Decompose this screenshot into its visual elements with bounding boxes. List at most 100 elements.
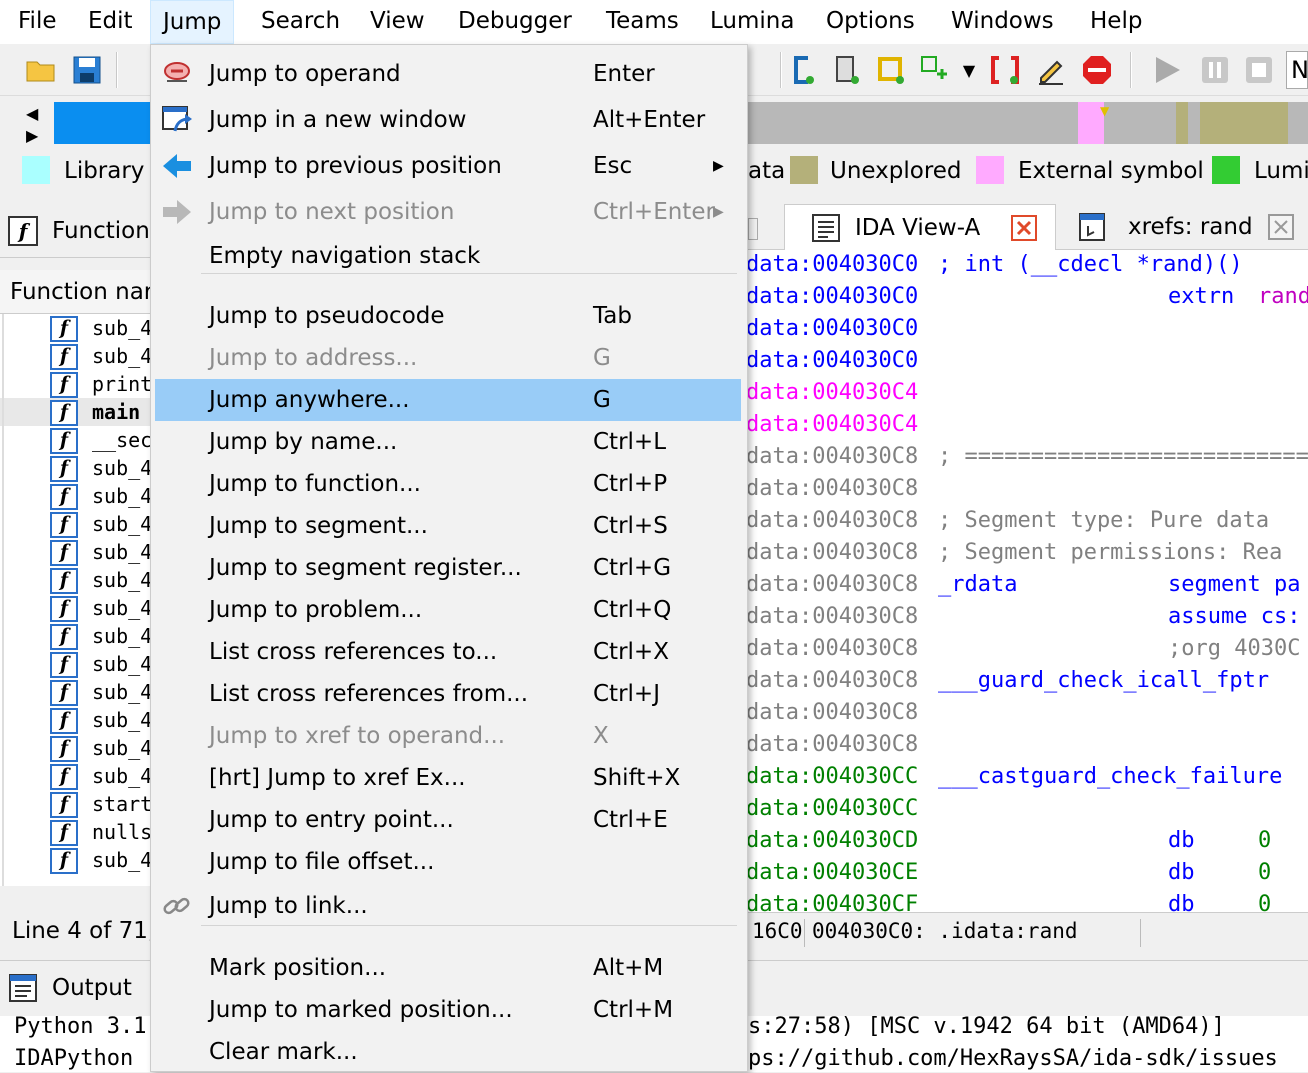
menu-lumina[interactable]: Lumina xyxy=(698,0,806,44)
function-list-row[interactable]: f sub_4 xyxy=(0,734,150,762)
menu-jump[interactable]: Jump xyxy=(150,0,235,44)
function-list-row[interactable]: f sub_4 xyxy=(0,454,150,482)
disassembly-line[interactable]: data:004030C8 xyxy=(748,700,1308,732)
function-list-row[interactable]: f sub_4 xyxy=(0,482,150,510)
struct-icon[interactable] xyxy=(874,53,908,87)
menu-item-jump-to-link[interactable]: Jump to link... xyxy=(155,885,741,927)
output-tab[interactable]: Output xyxy=(52,961,132,1015)
menu-search[interactable]: Search xyxy=(249,0,352,44)
function-list-row[interactable]: f sub_4 xyxy=(0,594,150,622)
disassembly-line[interactable]: data:004030CC xyxy=(748,796,1308,828)
menu-item-jump-in-a-new-window[interactable]: Jump in a new window Alt+Enter xyxy=(155,99,741,141)
menu-item-jump-to-marked-position[interactable]: Jump to marked position... Ctrl+M xyxy=(155,989,741,1031)
disassembly-line[interactable]: data:004030C8 ; Segment permissions: Rea xyxy=(748,540,1308,572)
function-list-row[interactable]: f sub_4 xyxy=(0,566,150,594)
menu-item-jump-by-name[interactable]: Jump by name... Ctrl+L xyxy=(155,421,741,463)
menu-item-clear-mark[interactable]: Clear mark... xyxy=(155,1031,741,1073)
tab-ida-view-a[interactable]: IDA View-A xyxy=(784,204,1056,250)
pause-icon[interactable] xyxy=(1198,53,1232,87)
menu-item-jump-to-pseudocode[interactable]: Jump to pseudocode Tab xyxy=(155,295,741,337)
function-list-row[interactable]: f start xyxy=(0,790,150,818)
add-icon[interactable] xyxy=(918,53,952,87)
function-list-row[interactable]: f sub_4 xyxy=(0,510,150,538)
stop-sign-icon[interactable] xyxy=(1080,53,1114,87)
function-list-row[interactable]: f sub_4 xyxy=(0,706,150,734)
menu-item-list-cross-references-to[interactable]: List cross references to... Ctrl+X xyxy=(155,631,741,673)
chevron-down-icon[interactable]: ▼ xyxy=(954,53,984,87)
menu-item-jump-to-problem[interactable]: Jump to problem... Ctrl+Q xyxy=(155,589,741,631)
function-list[interactable]: f sub_4 f sub_4 f print f main f __sec f sub_4 f sub_… xyxy=(0,314,150,886)
disassembly-line[interactable]: data:004030C8 ;org 4030C xyxy=(748,636,1308,668)
close-icon[interactable] xyxy=(1268,214,1294,240)
disassembly-line[interactable]: data:004030C0 extrn rand xyxy=(748,284,1308,316)
disassembly-view[interactable]: data:004030C0; int (__cdecl *rand)() data… xyxy=(748,250,1308,912)
function-list-row[interactable]: f __sec xyxy=(0,426,150,454)
debugger-select[interactable]: N xyxy=(1286,51,1308,89)
menu-item-jump-to-entry-point[interactable]: Jump to entry point... Ctrl+E xyxy=(155,799,741,841)
function-name-column-header[interactable]: Function nar xyxy=(0,270,153,314)
function-list-row[interactable]: f print xyxy=(0,370,150,398)
disassembly-line[interactable]: data:004030C8 ___guard_check_icall_fptr xyxy=(748,668,1308,700)
tab-xrefs-rand[interactable]: xrefs: rand xyxy=(1066,204,1308,250)
menu-item-jump-to-operand[interactable]: Jump to operand Enter xyxy=(155,53,741,95)
disassembly-line[interactable]: data:004030C8 _rdata segment pa xyxy=(748,572,1308,604)
menu-item-jump-to-previous-position[interactable]: Jump to previous position Esc ▶ xyxy=(155,145,741,187)
menu-item-jump-to-function[interactable]: Jump to function... Ctrl+P xyxy=(155,463,741,505)
function-list-row[interactable]: f sub_4 xyxy=(0,342,150,370)
function-list-row[interactable]: f sub_4 xyxy=(0,678,150,706)
disassembly-line[interactable]: data:004030C8 ; =========================… xyxy=(748,444,1308,476)
menu-item-jump-to-segment-register[interactable]: Jump to segment register... Ctrl+G xyxy=(155,547,741,589)
save-icon[interactable] xyxy=(70,53,104,87)
menu-debugger[interactable]: Debugger xyxy=(446,0,584,44)
disassembly-line[interactable]: data:004030CC ___castguard_check_failure xyxy=(748,764,1308,796)
edit-icon[interactable] xyxy=(1034,53,1068,87)
disassembly-line[interactable]: data:004030C8 assume cs: xyxy=(748,604,1308,636)
open-folder-icon[interactable] xyxy=(24,53,58,87)
function-list-row[interactable]: f sub_4 xyxy=(0,762,150,790)
nav-left-arrow-icon[interactable]: ◀ xyxy=(26,104,38,123)
disassembly-line[interactable]: data:004030C0 xyxy=(748,348,1308,380)
disassembly-line[interactable]: data:004030C8 xyxy=(748,732,1308,764)
menu-item-jump-to-xref-to-operand[interactable]: Jump to xref to operand... X xyxy=(155,715,741,757)
disassembly-line[interactable]: data:004030CE db 0 xyxy=(748,860,1308,892)
code-icon[interactable] xyxy=(786,53,820,87)
menu-item-jump-to-file-offset[interactable]: Jump to file offset... xyxy=(155,841,741,883)
function-list-row[interactable]: f nulls xyxy=(0,818,150,846)
disassembly-line[interactable]: data:004030C4 xyxy=(748,380,1308,412)
menu-file[interactable]: File xyxy=(6,0,69,44)
menu-item-hrt-jump-to-xref-ex[interactable]: [hrt] Jump to xref Ex... Shift+X xyxy=(155,757,741,799)
menu-options[interactable]: Options xyxy=(814,0,927,44)
play-icon[interactable] xyxy=(1150,53,1184,87)
undefine-icon[interactable] xyxy=(988,53,1022,87)
menu-view[interactable]: View xyxy=(358,0,437,44)
close-icon[interactable] xyxy=(1011,215,1037,241)
function-list-row[interactable]: f main xyxy=(0,398,150,426)
function-list-row[interactable]: f sub_4 xyxy=(0,538,150,566)
menu-item-jump-to-address[interactable]: Jump to address... G xyxy=(155,337,741,379)
menu-edit[interactable]: Edit xyxy=(76,0,145,44)
prev-tab-close-icon[interactable] xyxy=(748,218,758,240)
disassembly-line[interactable]: data:004030CF db 0 xyxy=(748,892,1308,912)
menu-item-jump-anywhere[interactable]: Jump anywhere... G xyxy=(155,379,741,421)
menu-item-mark-position[interactable]: Mark position... Alt+M xyxy=(155,947,741,989)
function-list-row[interactable]: f sub_4 xyxy=(0,650,150,678)
nav-right-arrow-icon[interactable]: ▶ xyxy=(26,126,38,145)
data-icon[interactable] xyxy=(830,53,864,87)
functions-tab[interactable]: Function xyxy=(52,204,150,258)
menu-item-list-cross-references-from[interactable]: List cross references from... Ctrl+J xyxy=(155,673,741,715)
disassembly-line[interactable]: data:004030C8 ; Segment type: Pure data xyxy=(748,508,1308,540)
function-list-row[interactable]: f sub_4 xyxy=(0,622,150,650)
menu-item-jump-to-next-position[interactable]: Jump to next position Ctrl+Enter ▶ xyxy=(155,191,741,233)
menu-windows[interactable]: Windows xyxy=(939,0,1066,44)
disassembly-line[interactable]: data:004030CD db 0 xyxy=(748,828,1308,860)
menu-item-empty-navigation-stack[interactable]: Empty navigation stack xyxy=(155,235,741,277)
function-list-row[interactable]: f sub_4 xyxy=(0,846,150,874)
menu-help[interactable]: Help xyxy=(1078,0,1154,44)
menu-item-jump-to-segment[interactable]: Jump to segment... Ctrl+S xyxy=(155,505,741,547)
disassembly-line[interactable]: data:004030C8 xyxy=(748,476,1308,508)
stop-icon[interactable] xyxy=(1242,53,1276,87)
disassembly-line[interactable]: data:004030C4 xyxy=(748,412,1308,444)
disassembly-line[interactable]: data:004030C0 ; int (__cdecl *rand)() xyxy=(748,252,1308,284)
disassembly-line[interactable]: data:004030C0 xyxy=(748,316,1308,348)
menu-teams[interactable]: Teams xyxy=(594,0,691,44)
